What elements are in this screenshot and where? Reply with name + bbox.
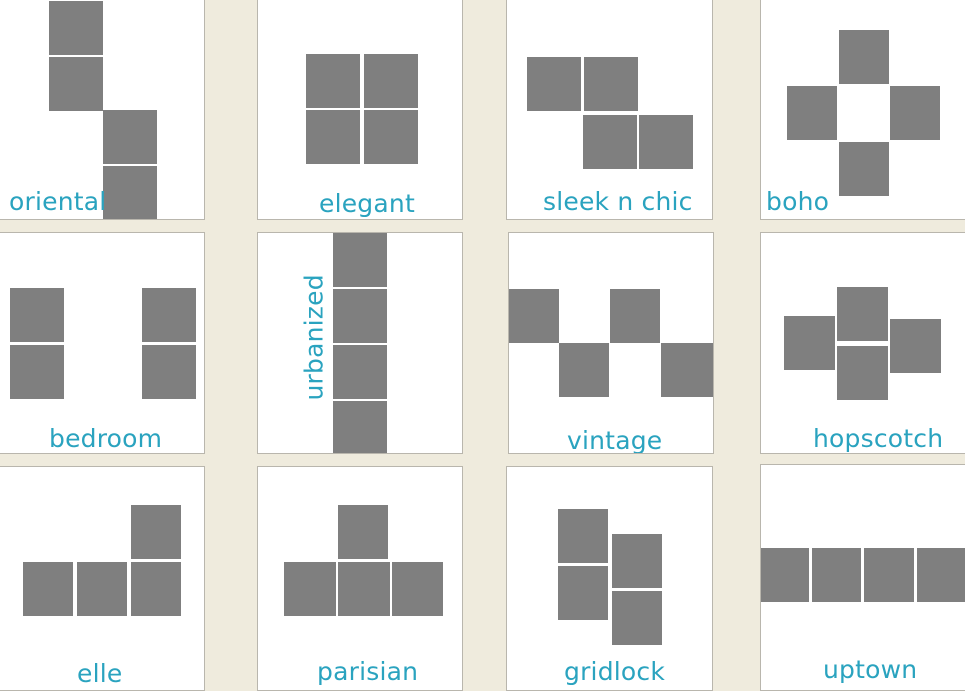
layout-label: oriental xyxy=(9,187,107,216)
photo-tile xyxy=(333,233,387,287)
photo-tile xyxy=(306,110,360,164)
layout-card-uptown[interactable]: uptown xyxy=(760,464,965,691)
layout-card-elle[interactable]: elle xyxy=(0,466,205,691)
photo-tile xyxy=(784,316,835,370)
layout-label: gridlock xyxy=(564,657,666,686)
photo-tile xyxy=(584,57,638,111)
layout-card-sleek-n-chic[interactable]: sleek n chic xyxy=(506,0,713,220)
photo-tile xyxy=(333,401,387,453)
layout-label: urbanized xyxy=(299,274,329,401)
layout-card-urbanized[interactable]: urbanized xyxy=(257,232,463,454)
photo-tile xyxy=(837,287,888,341)
photo-tile xyxy=(837,346,888,400)
photo-tile xyxy=(49,1,103,55)
photo-tile xyxy=(306,54,360,108)
photo-tile xyxy=(10,288,64,342)
photo-tile xyxy=(333,289,387,343)
layout-label: hopscotch xyxy=(813,424,944,453)
layout-card-parisian[interactable]: parisian xyxy=(257,466,463,691)
photo-tile xyxy=(364,110,418,164)
layout-label: elegant xyxy=(319,189,415,218)
photo-tile xyxy=(142,345,196,399)
layout-card-hopscotch[interactable]: hopscotch xyxy=(760,232,965,454)
photo-tile xyxy=(610,289,660,343)
photo-tile xyxy=(839,30,889,84)
layout-label: parisian xyxy=(317,657,419,686)
photo-tile xyxy=(10,345,64,399)
layout-card-gridlock[interactable]: gridlock xyxy=(506,466,713,691)
photo-tile xyxy=(612,534,662,588)
photo-tile xyxy=(527,57,581,111)
layout-card-oriental[interactable]: oriental xyxy=(0,0,205,220)
layout-label: sleek n chic xyxy=(543,187,693,216)
layout-card-boho[interactable]: boho xyxy=(760,0,965,220)
layout-card-bedroom[interactable]: bedroom xyxy=(0,232,205,454)
photo-tile xyxy=(559,343,609,397)
photo-tile xyxy=(131,562,181,616)
photo-tile xyxy=(661,343,713,397)
photo-tile xyxy=(509,289,559,343)
photo-tile xyxy=(787,86,837,140)
photo-tile xyxy=(839,142,889,196)
photo-tile xyxy=(583,115,637,169)
photo-tile xyxy=(558,566,608,620)
photo-tile xyxy=(284,562,336,616)
photo-tile xyxy=(49,57,103,111)
photo-tile xyxy=(103,110,157,164)
layout-label: vintage xyxy=(567,426,663,454)
photo-tile xyxy=(338,505,388,559)
layout-card-elegant[interactable]: elegant xyxy=(257,0,463,220)
photo-tile xyxy=(338,562,390,616)
photo-tile xyxy=(392,562,443,616)
photo-tile xyxy=(761,548,809,602)
layout-label: elle xyxy=(77,659,123,688)
photo-tile xyxy=(364,54,418,108)
layout-label: uptown xyxy=(823,655,918,684)
photo-tile xyxy=(890,319,941,373)
photo-tile xyxy=(77,562,127,616)
layout-label: bedroom xyxy=(49,424,163,453)
photo-tile xyxy=(612,591,662,645)
photo-tile xyxy=(812,548,861,602)
photo-tile xyxy=(333,345,387,399)
photo-tile xyxy=(890,86,940,140)
photo-tile xyxy=(23,562,73,616)
photo-tile xyxy=(558,509,608,563)
photo-tile xyxy=(131,505,181,559)
photo-tile xyxy=(639,115,693,169)
photo-tile xyxy=(864,548,914,602)
photo-tile xyxy=(142,288,196,342)
layout-card-vintage[interactable]: vintage xyxy=(508,232,714,454)
layout-label: boho xyxy=(766,187,830,216)
photo-tile xyxy=(917,548,965,602)
photo-tile xyxy=(103,166,157,219)
